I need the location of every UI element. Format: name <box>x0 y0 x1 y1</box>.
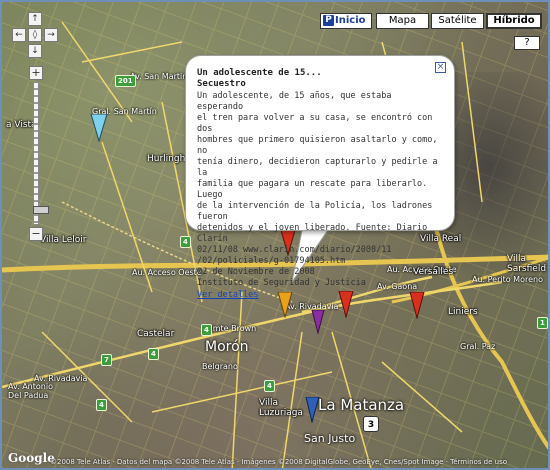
pan-up-button[interactable]: ↑ <box>28 12 42 26</box>
route-shield-4a: 4 <box>180 236 191 248</box>
route-shield-1: 1 <box>537 317 548 329</box>
road-f <box>231 291 243 468</box>
map-type-hybrid-button[interactable]: Híbrido <box>486 13 542 29</box>
info-body-line: detenidos y el joven liberado. Fuente: D… <box>197 223 433 244</box>
home-label: Inicio <box>335 15 366 26</box>
help-button[interactable]: ? <box>514 36 540 50</box>
pan-center-button[interactable]: ◊ <box>28 28 42 42</box>
road-j <box>81 41 183 63</box>
pan-down-button[interactable]: ↓ <box>28 44 42 58</box>
map-type-satellite-button[interactable]: Satélite <box>431 13 484 29</box>
info-body-line: Instituto de Seguridad y Justicia <box>197 278 366 288</box>
pan-control: ↑ ← ◊ → ↓ <box>12 12 58 58</box>
route-shield-4e: 4 <box>96 399 107 411</box>
label-gral-paz: Gral. Paz <box>460 342 496 351</box>
zoom-slider-track[interactable] <box>33 82 49 225</box>
google-logo[interactable]: Google <box>8 451 55 465</box>
label-acceso-oeste-left: Au. Acceso Oeste <box>132 268 202 277</box>
info-body-line: el tren para volver a su casa, se encont… <box>197 113 438 134</box>
route-shield-4d: 4 <box>201 324 212 336</box>
label-av-san-martin: Av. San Martin <box>130 72 188 81</box>
info-content: Un adolescente de 15... Secuestro Un ado… <box>197 68 440 301</box>
zoom-control: + − <box>29 66 49 241</box>
label-san-justo: San Justo <box>304 432 356 445</box>
info-body-line: 02/11/08 www.clarin.com/diario/2008/11 <box>197 245 392 255</box>
info-title: Un adolescente de 15... <box>197 68 322 78</box>
zoom-out-button[interactable]: − <box>29 227 43 241</box>
route-shield-201: 201 <box>115 75 136 87</box>
pan-left-button[interactable]: ← <box>12 28 26 42</box>
view-details-link[interactable]: Ver detalles <box>197 290 258 301</box>
info-body-line: Un adolescente, de 15 años, que estaba e… <box>197 91 397 112</box>
label-castelar: Castelar <box>137 329 175 339</box>
label-liniers: Liniers <box>448 307 478 317</box>
road-h <box>461 41 483 203</box>
map-type-map-button[interactable]: Mapa <box>376 13 429 29</box>
home-icon: P <box>323 15 334 26</box>
route-shield-4c: 4 <box>264 380 275 392</box>
label-villa-leloir: Villa Leloir <box>40 235 87 245</box>
route-shield-4b: 4 <box>148 348 159 360</box>
marker-cyan[interactable] <box>90 114 108 142</box>
zoom-in-button[interactable]: + <box>29 66 43 80</box>
info-body-line: de la intervención de la Policía, los la… <box>197 201 438 222</box>
label-perito-moreno: Au. Perito Moreno <box>472 275 543 284</box>
pan-right-button[interactable]: → <box>44 28 58 42</box>
label-villa-luzuriaga: Villa Luzuriaga <box>259 398 303 418</box>
info-body-line: 02 de Noviembre de 2008 <box>197 267 315 277</box>
info-body-line: tenía dinero, decidieron capturarlo y pe… <box>197 157 443 178</box>
marker-purple[interactable] <box>311 310 325 334</box>
home-button[interactable]: P Inicio <box>320 13 372 29</box>
info-category: Secuestro <box>197 79 246 89</box>
copyright-notice[interactable]: ©2008 Tele Atlas · Datos del mapa ©2008 … <box>50 458 507 466</box>
label-av-antonio-del-padua: Av. Antonio Del Padua <box>8 382 53 400</box>
info-body-line: familia que pagara un rescate para liber… <box>197 179 433 200</box>
marker-blue[interactable] <box>305 397 320 423</box>
info-body-line: hombres que primero quisieron asaltarlo … <box>197 135 443 156</box>
label-villa-sarsfield: Villa Sarsfield <box>507 254 547 274</box>
info-body-line: /02/policiales/g-01794105.htm <box>197 256 346 266</box>
label-almte-brown: Almte Brown <box>205 324 257 333</box>
route-shield-3: 3 <box>363 416 379 432</box>
label-la-matanza: La Matanza <box>318 396 405 414</box>
label-moron: Morón <box>205 339 249 355</box>
label-belgrano: Belgrano <box>202 362 238 371</box>
map-frame: Au. Acceso Oeste Au. Acceso Oeste Au. Pe… <box>0 0 550 470</box>
info-window: × Un adolescente de 15... Secuestro Un a… <box>185 55 455 300</box>
zoom-slider-thumb[interactable] <box>33 206 49 214</box>
route-shield-7: 7 <box>101 354 112 366</box>
